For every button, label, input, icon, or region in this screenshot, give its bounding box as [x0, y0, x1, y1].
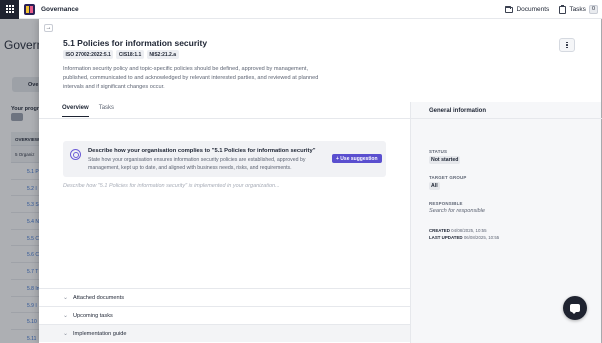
- chevron-down-icon: ⌄: [63, 331, 69, 337]
- documents-label: Documents: [516, 6, 550, 13]
- accordion-label: Upcoming tasks: [73, 312, 113, 319]
- chat-button[interactable]: [563, 296, 587, 320]
- app-title: Governance: [41, 5, 79, 13]
- implementation-editor[interactable]: Describe how "5.1 Policies for informati…: [63, 183, 363, 189]
- accordion-attached-documents[interactable]: ⌄ Attached documents: [39, 288, 410, 306]
- updated-label: LAST UPDATED: [429, 235, 463, 240]
- top-bar: Governance Documents Tasks 0: [0, 0, 602, 19]
- kebab-icon: [566, 41, 568, 44]
- framework-tags: ISO 27002:2022:5.1 CIS18:1.1 NIS2:21.2.a: [63, 50, 179, 59]
- lightbulb-icon: [70, 149, 81, 160]
- accordion-label: Attached documents: [73, 294, 124, 301]
- clipboard-icon: [559, 4, 567, 14]
- responsible-search[interactable]: Search for responsible: [429, 208, 485, 214]
- updated-row: LAST UPDATED 06/08/2025, 10:55: [429, 235, 499, 240]
- tasks-count-badge: 0: [588, 5, 598, 14]
- created-value: 04/08/2025, 10:55: [451, 228, 487, 233]
- collapse-drawer-button[interactable]: →: [44, 24, 53, 32]
- arrow-right-icon: →: [45, 25, 52, 31]
- tasks-label: Tasks: [569, 6, 586, 13]
- accordion-implementation-guide[interactable]: ⌄ Implementation guide: [39, 324, 410, 342]
- tasks-button[interactable]: Tasks 0: [559, 4, 598, 14]
- suggestion-card: Describe how your organisation complies …: [63, 141, 386, 177]
- chevron-down-icon: ⌄: [63, 295, 69, 301]
- suggestion-title: Describe how your organisation complies …: [88, 148, 316, 154]
- grid-icon: [5, 5, 14, 13]
- drawer-tabs: Overview Tasks: [62, 105, 114, 117]
- responsible-label: RESPONSIBLE: [429, 201, 463, 206]
- use-suggestion-button[interactable]: + Use suggestion: [332, 154, 382, 163]
- created-row: CREATED 04/08/2025, 10:55: [429, 228, 487, 233]
- suggestion-body: State how your organisation ensures info…: [88, 157, 306, 171]
- framework-tag: NIS2:21.2.a: [146, 50, 179, 59]
- policy-drawer: → 5.1 Policies for information security …: [39, 19, 602, 343]
- app-grid-button[interactable]: [0, 0, 19, 19]
- policy-description: Information security policy and topic-sp…: [63, 66, 319, 90]
- chevron-down-icon: ⌄: [63, 313, 69, 319]
- policy-title: 5.1 Policies for information security: [63, 38, 208, 48]
- framework-tag: CIS18:1.1: [116, 50, 144, 59]
- more-options-button[interactable]: [559, 38, 575, 52]
- tab-overview[interactable]: Overview: [62, 105, 89, 117]
- side-divider: [411, 118, 602, 119]
- updated-value: 06/08/2025, 10:55: [463, 235, 500, 240]
- accordion-upcoming-tasks[interactable]: ⌄ Upcoming tasks: [39, 306, 410, 324]
- status-badge[interactable]: Not started: [429, 156, 461, 164]
- general-information-title: General information: [429, 108, 487, 114]
- chat-icon: [570, 304, 580, 314]
- tab-tasks[interactable]: Tasks: [99, 105, 114, 117]
- target-group-label: TARGET GROUP: [429, 175, 467, 180]
- target-group-badge[interactable]: All: [429, 182, 440, 190]
- created-label: CREATED: [429, 228, 450, 233]
- status-label: STATUS: [429, 149, 448, 154]
- folder-icon: [505, 5, 514, 13]
- framework-tag: ISO 27002:2022:5.1: [63, 50, 114, 59]
- app-logo: [24, 3, 35, 15]
- documents-button[interactable]: Documents: [505, 5, 550, 13]
- accordion-label: Implementation guide: [73, 330, 127, 337]
- accordion-list: ⌄ Attached documents ⌄ Upcoming tasks ⌄ …: [39, 288, 410, 342]
